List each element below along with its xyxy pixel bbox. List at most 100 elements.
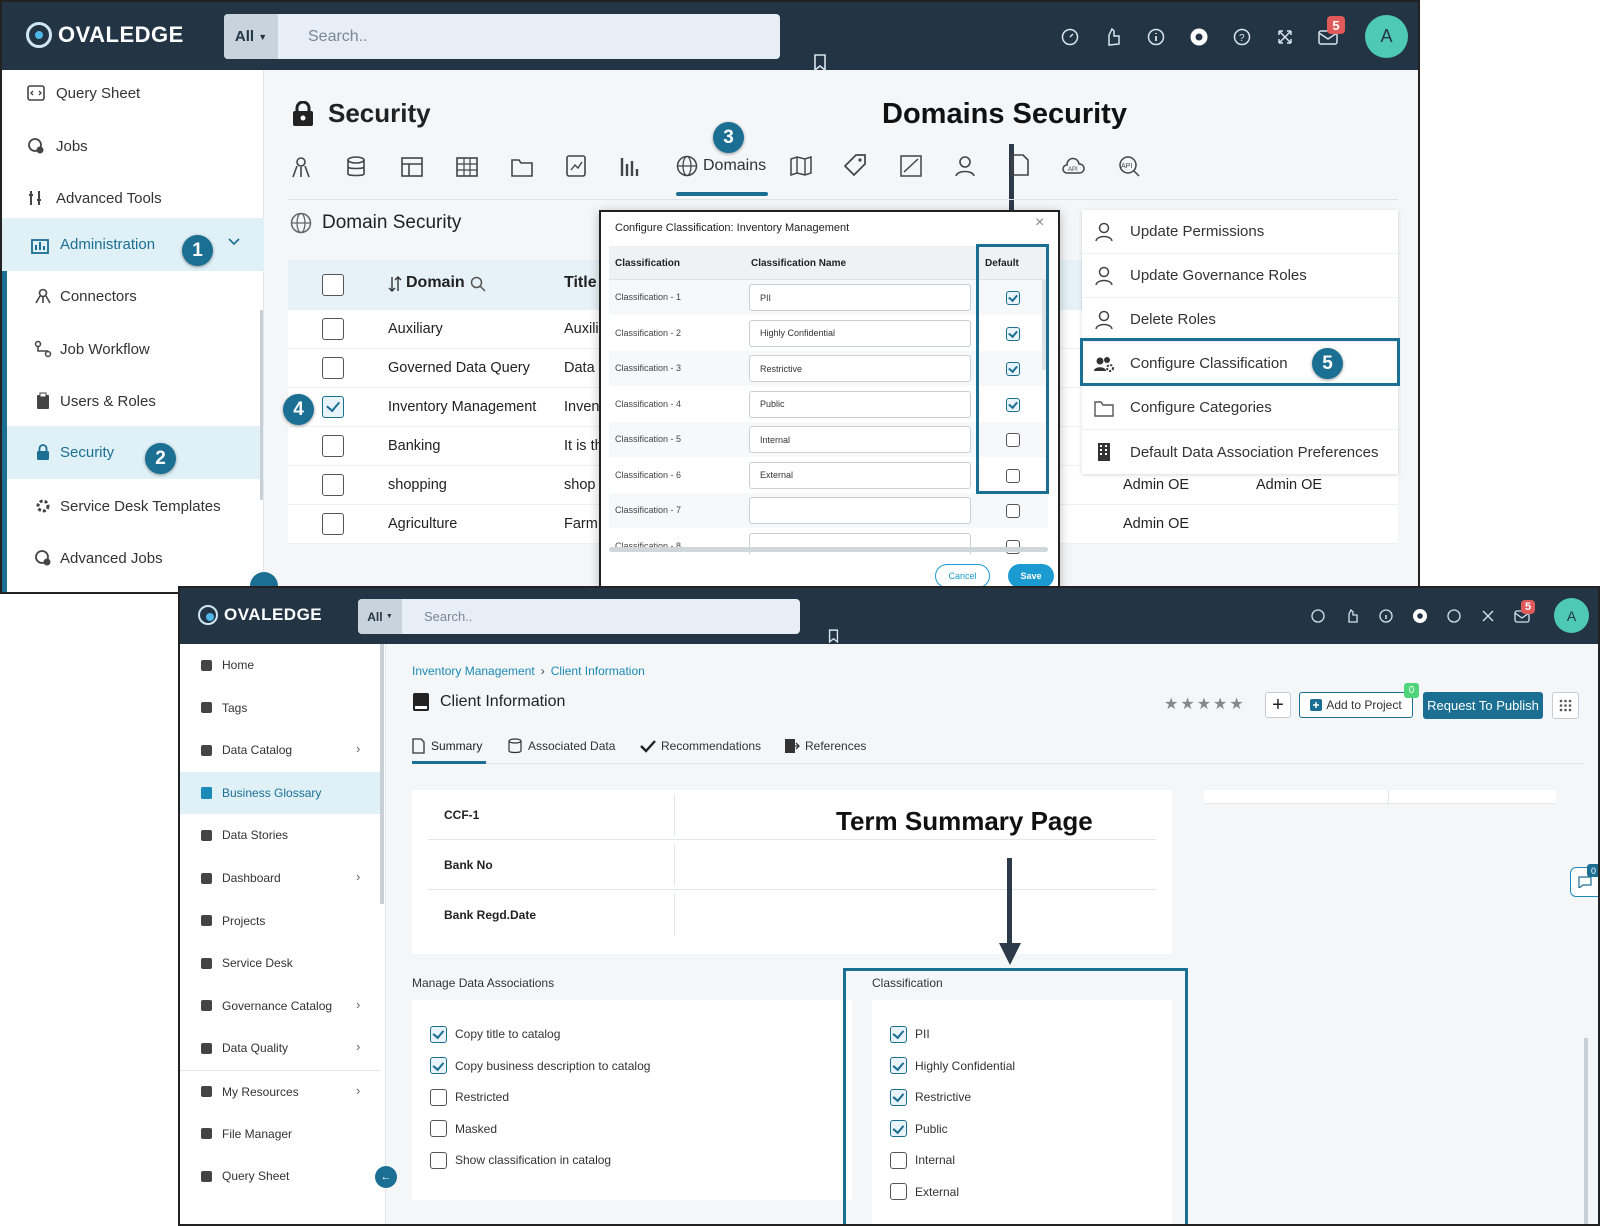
classification-name-input[interactable]: Public bbox=[749, 390, 971, 418]
classification-name-input[interactable]: Internal bbox=[749, 426, 971, 453]
rating-stars[interactable]: ★★★★★ bbox=[1164, 694, 1246, 714]
domain-name[interactable]: Auxiliary bbox=[388, 321, 443, 337]
sidebar-item-projects[interactable]: Projects bbox=[180, 900, 380, 942]
table-columns-icon[interactable] bbox=[456, 157, 478, 177]
sidebar-item-data-quality[interactable]: Data Quality › bbox=[180, 1027, 380, 1069]
classification-name-input[interactable]: PII bbox=[749, 284, 971, 311]
folder-icon[interactable] bbox=[511, 157, 533, 177]
add-to-project-button[interactable]: Add to Project 0 bbox=[1299, 683, 1419, 718]
star-icon[interactable]: ★ bbox=[1180, 696, 1196, 713]
sidebar-item-dashboard[interactable]: Dashboard › bbox=[180, 857, 380, 899]
sidebar-item-advanced-tools[interactable]: Advanced Tools bbox=[26, 183, 162, 213]
default-checkbox[interactable] bbox=[1006, 504, 1020, 518]
sidebar-item-administration[interactable]: Administration bbox=[2, 218, 264, 271]
sidebar-item-advanced-jobs[interactable]: Advanced Jobs bbox=[34, 543, 163, 573]
help-icon[interactable]: ? bbox=[1231, 26, 1253, 48]
modal-horizontal-scrollbar[interactable] bbox=[609, 547, 1048, 552]
checkbox-item[interactable]: Show classification in catalog bbox=[430, 1150, 611, 1170]
help-icon[interactable] bbox=[1446, 608, 1462, 624]
apps-grid-button[interactable] bbox=[1552, 692, 1579, 719]
bookmark-icon[interactable] bbox=[828, 629, 839, 643]
classification-name-input[interactable] bbox=[749, 497, 971, 524]
tab-associated-data[interactable]: Associated Data bbox=[508, 728, 615, 764]
row-checkbox[interactable] bbox=[322, 513, 344, 535]
classification-name-input[interactable]: Restrictive bbox=[749, 355, 971, 382]
chrome-icon[interactable] bbox=[1412, 608, 1428, 624]
database-icon[interactable] bbox=[346, 156, 366, 178]
bottom-search-bar[interactable]: All ▼ Search.. bbox=[358, 599, 800, 634]
tab-domains[interactable]: Domains bbox=[676, 150, 768, 196]
checkbox[interactable] bbox=[430, 1025, 447, 1043]
checkbox[interactable] bbox=[430, 1057, 447, 1074]
classification-name-input[interactable]: External bbox=[749, 461, 971, 489]
sidebar-item-connectors[interactable]: Connectors bbox=[34, 281, 137, 311]
search-scope-select[interactable]: All ▼ bbox=[224, 14, 278, 59]
search-icon[interactable] bbox=[470, 276, 486, 292]
api-icon[interactable]: API bbox=[1118, 155, 1142, 177]
checkbox-item[interactable]: Copy title to catalog bbox=[430, 1024, 560, 1044]
top-search-bar[interactable]: All ▼ Search.. bbox=[224, 14, 780, 59]
sidebar-item-data-catalog[interactable]: Data Catalog › bbox=[180, 729, 380, 771]
star-icon[interactable]: ★ bbox=[1197, 696, 1213, 713]
inbox-icon[interactable]: 5 bbox=[1317, 16, 1345, 48]
modal-cancel-button[interactable]: Cancel bbox=[935, 564, 990, 588]
breadcrumb-item[interactable]: Inventory Management bbox=[412, 664, 535, 678]
sidebar-item-tags[interactable]: Tags bbox=[180, 687, 380, 729]
hand-icon[interactable] bbox=[1102, 26, 1124, 48]
row-checkbox[interactable] bbox=[322, 435, 344, 457]
info-icon[interactable] bbox=[1145, 26, 1167, 48]
row-checkbox[interactable] bbox=[322, 318, 344, 340]
tab-references[interactable]: References bbox=[784, 728, 866, 764]
expand-icon[interactable] bbox=[1480, 608, 1496, 624]
column-header-domain[interactable]: Domain bbox=[406, 274, 465, 292]
sidebar-item-service-desk[interactable]: Service Desk bbox=[180, 942, 380, 984]
modal-save-button[interactable]: Save bbox=[1008, 564, 1054, 588]
domain-name[interactable]: Agriculture bbox=[388, 516, 457, 532]
bookmark-icon[interactable] bbox=[812, 53, 828, 71]
sidebar-item-home[interactable]: Home bbox=[180, 644, 380, 686]
sidebar-scrollbar[interactable] bbox=[380, 644, 384, 904]
row-checkbox[interactable] bbox=[322, 396, 344, 418]
menu-item-default-data-association-preferences[interactable]: Default Data Association Preferences bbox=[1082, 430, 1398, 474]
tab-recommendations[interactable]: Recommendations bbox=[640, 728, 761, 764]
domain-name[interactable]: Inventory Management bbox=[388, 399, 536, 415]
domain-name[interactable]: Governed Data Query bbox=[388, 360, 530, 376]
checkbox[interactable] bbox=[430, 1120, 447, 1137]
search-input[interactable]: Search.. bbox=[308, 28, 368, 46]
add-button[interactable]: + bbox=[1265, 692, 1291, 718]
data-sources-icon[interactable] bbox=[290, 156, 312, 178]
sidebar-item-users-roles[interactable]: Users & Roles bbox=[34, 386, 156, 416]
star-icon[interactable]: ★ bbox=[1164, 696, 1180, 713]
checkbox-item[interactable]: Copy business description to catalog bbox=[430, 1056, 650, 1076]
menu-item-update-governance-roles[interactable]: Update Governance Roles bbox=[1082, 254, 1398, 298]
file-icon[interactable] bbox=[1011, 154, 1029, 176]
field-value[interactable] bbox=[676, 890, 1156, 940]
row-checkbox[interactable] bbox=[322, 357, 344, 379]
sidebar-item-jobs[interactable]: Jobs bbox=[26, 131, 88, 161]
speed-icon[interactable] bbox=[1059, 26, 1081, 48]
domain-name[interactable]: shopping bbox=[388, 477, 447, 493]
sidebar-item-service-desk-templates[interactable]: Service Desk Templates bbox=[34, 491, 221, 521]
sidebar-scrollbar[interactable] bbox=[260, 310, 263, 500]
chat-button[interactable]: 0 bbox=[1570, 864, 1598, 897]
inbox-icon[interactable]: 5 bbox=[1514, 600, 1535, 624]
sidebar-item-data-stories[interactable]: Data Stories bbox=[180, 814, 380, 856]
classification-name-input[interactable]: Highly Confidential bbox=[749, 319, 971, 347]
hand-icon[interactable] bbox=[1344, 608, 1360, 624]
sidebar-item-file-manager[interactable]: File Manager bbox=[180, 1113, 380, 1155]
sidebar-item-business-glossary[interactable]: Business Glossary bbox=[180, 771, 380, 814]
chevron-down-icon[interactable] bbox=[228, 238, 240, 246]
speed-icon[interactable] bbox=[1310, 608, 1326, 624]
domain-name[interactable]: Banking bbox=[388, 438, 440, 454]
user-avatar[interactable]: A bbox=[1554, 598, 1589, 633]
menu-item-delete-roles[interactable]: Delete Roles bbox=[1082, 298, 1398, 342]
info-icon[interactable] bbox=[1378, 608, 1394, 624]
star-icon[interactable]: ★ bbox=[1229, 696, 1245, 713]
sidebar-item-query-sheet[interactable]: Query Sheet bbox=[26, 78, 140, 108]
sort-icon[interactable] bbox=[388, 276, 402, 292]
chrome-icon[interactable] bbox=[1188, 26, 1210, 48]
sidebar-item-query-sheet[interactable]: Query Sheet bbox=[180, 1155, 380, 1197]
chart-icon[interactable] bbox=[620, 155, 642, 177]
row-checkbox[interactable] bbox=[322, 474, 344, 496]
field-value[interactable] bbox=[676, 840, 1156, 890]
